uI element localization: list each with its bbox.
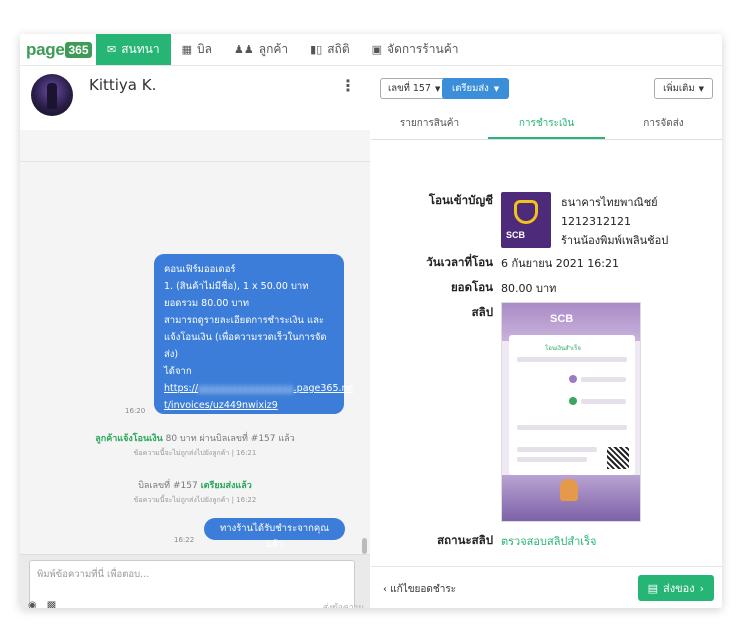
chat-header: Kittiya K. ⋮ xyxy=(20,66,370,130)
app-window: page 365 ✉ สนทนา ▦ บิล ♟♟ ลูกค้า ▮▯ สถิต… xyxy=(20,34,722,608)
caret-down-icon: ▼ xyxy=(493,84,500,93)
transfer-label: โอนเข้าบัญชี xyxy=(428,193,493,207)
nav-store[interactable]: ▣ จัดการร้านค้า xyxy=(361,34,470,65)
send-button[interactable]: ส่งข้อความ xyxy=(322,600,363,608)
store-icon: ▣ xyxy=(371,43,383,56)
order-tabs: รายการสินค้า การชำระเงิน การจัดส่ง xyxy=(371,110,722,140)
avatar[interactable] xyxy=(31,74,73,116)
caret-down-icon: ▼ xyxy=(434,84,441,93)
amount-value: 80.00 บาท xyxy=(501,282,557,295)
tab-payment[interactable]: การชำระเงิน xyxy=(488,110,605,139)
slip-status-value: ตรวจสอบสลิปสำเร็จ xyxy=(501,535,597,548)
tab-items[interactable]: รายการสินค้า xyxy=(371,110,488,139)
page365-logo[interactable]: page 365 xyxy=(20,34,96,65)
edit-payment-link[interactable]: ‹ แก้ไขยอดชำระ xyxy=(383,582,456,597)
composer: ◉ ▩ ส่งข้อความ xyxy=(20,554,370,608)
message-time: 16:22 xyxy=(174,536,195,544)
chat-subbar xyxy=(20,130,370,162)
caret-down-icon: ▼ xyxy=(698,84,704,93)
top-nav: page 365 ✉ สนทนา ▦ บิล ♟♟ ลูกค้า ▮▯ สถิต… xyxy=(20,34,722,66)
nav-stats[interactable]: ▮▯ สถิติ xyxy=(299,34,361,65)
order-pane: เลขที่ 157 ▼ เตรียมส่ง ▼ เพิ่มเติม ▼ ราย… xyxy=(371,66,722,608)
box-icon: ▦ xyxy=(181,43,193,56)
scrollbar[interactable] xyxy=(362,538,367,554)
amount-label: ยอดโอน xyxy=(450,280,493,294)
camera-icon[interactable]: ◉ xyxy=(28,600,37,608)
system-message-payment: ลูกค้าแจ้งโอนเงิน 80 บาท ผ่านบิลเลขที่ #… xyxy=(95,434,295,457)
scb-emblem-icon xyxy=(514,200,538,224)
chat-pane: Kittiya K. ⋮ คอนเฟิร์มออเดอร์ 1. (สินค้า… xyxy=(20,66,370,608)
status-dropdown[interactable]: เตรียมส่ง ▼ xyxy=(442,78,510,99)
order-footer: ‹ แก้ไขยอดชำระ ▤ ส่งของ › xyxy=(371,566,722,608)
tab-shipping[interactable]: การจัดส่ง xyxy=(605,110,722,139)
more-options-icon[interactable]: ⋮ xyxy=(340,76,356,95)
composer-box xyxy=(29,560,355,608)
avatar-figure xyxy=(47,83,57,109)
nav-bills[interactable]: ▦ บิล xyxy=(171,34,223,65)
ship-button[interactable]: ▤ ส่งของ › xyxy=(637,575,714,601)
dog-illustration xyxy=(560,479,578,501)
customer-name: Kittiya K. xyxy=(89,76,157,94)
message-list: คอนเฟิร์มออเดอร์ 1. (สินค้าไม่มีชื่อ), 1… xyxy=(20,162,370,554)
message-input[interactable] xyxy=(37,567,347,587)
slip-card: โอนเงินสำเร็จ xyxy=(509,335,635,475)
bank-account-info: ธนาคารไทยพาณิชย์ 1212312121 ร้านน้องพิมพ… xyxy=(561,196,669,247)
datetime-value: 6 กันยายน 2021 16:21 xyxy=(501,257,619,270)
chevron-left-icon: ‹ xyxy=(383,584,387,595)
nav-customers[interactable]: ♟♟ ลูกค้า xyxy=(223,34,299,65)
image-icon[interactable]: ▩ xyxy=(47,600,56,608)
scb-logo: SCB xyxy=(501,192,551,248)
bar-chart-icon: ▮▯ xyxy=(310,43,323,56)
envelope-icon: ✉ xyxy=(107,43,117,56)
document-icon: ▤ xyxy=(647,581,658,595)
message-time: 16:20 xyxy=(125,407,146,415)
bill-number-dropdown[interactable]: เลขที่ 157 ▼ xyxy=(380,78,449,99)
system-message-status: บิลเลขที่ #157 เตรียมส่งแล้ว ข้อความนี้จ… xyxy=(133,481,257,504)
users-icon: ♟♟ xyxy=(234,43,254,56)
order-toolbar: เลขที่ 157 ▼ เตรียมส่ง ▼ เพิ่มเติม ▼ xyxy=(371,66,722,110)
slip-status-label: สถานะสลิป xyxy=(437,533,493,547)
invoice-link[interactable]: https://xxxxxxxxxxxxxxxxx.page365.ne xyxy=(164,380,353,397)
payment-slip-image[interactable]: SCB โอนเงินสำเร็จ xyxy=(501,302,641,522)
qr-code-icon xyxy=(607,447,629,469)
more-dropdown[interactable]: เพิ่มเติม ▼ xyxy=(654,78,713,99)
datetime-label: วันเวลาที่โอน xyxy=(426,255,493,269)
chevron-right-icon: › xyxy=(699,581,704,595)
reply-bubble: ทางร้านได้รับชำระจากคุณแล้ว xyxy=(204,518,345,550)
nav-chat[interactable]: ✉ สนทนา xyxy=(96,34,171,65)
slip-label: สลิป xyxy=(471,305,493,319)
order-confirm-bubble: คอนเฟิร์มออเดอร์ 1. (สินค้าไม่มีชื่อ), 1… xyxy=(154,254,353,414)
invoice-link-line2[interactable]: t/invoices/uz449nwixiz9 xyxy=(164,397,334,414)
